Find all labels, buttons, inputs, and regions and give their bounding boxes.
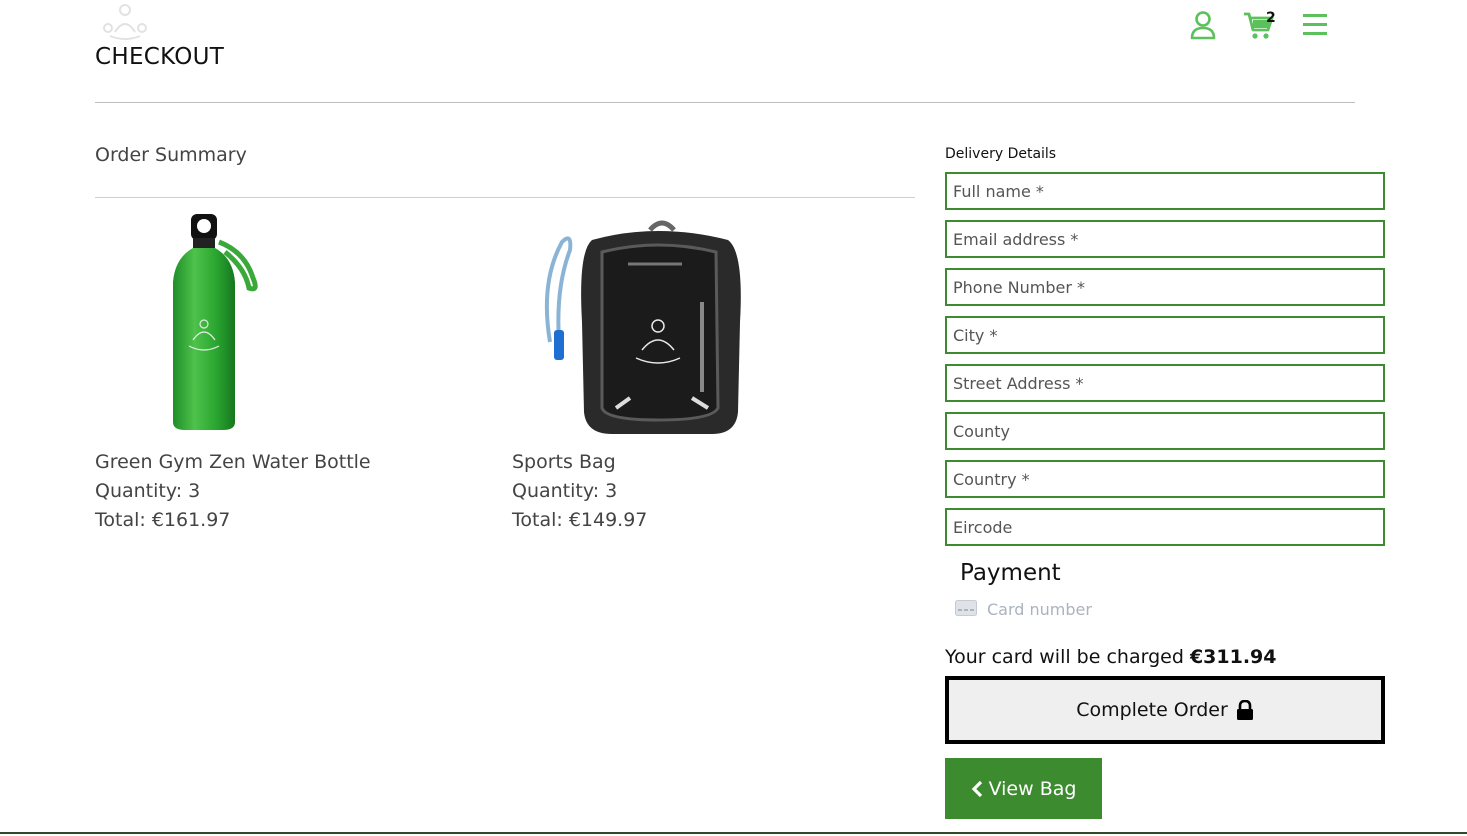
lock-icon — [1236, 700, 1253, 720]
eircode-field[interactable] — [945, 508, 1385, 546]
product-total: Total: €161.97 — [95, 509, 231, 531]
header-divider — [95, 102, 1355, 103]
footer-divider — [0, 832, 1467, 834]
phone-field[interactable] — [945, 268, 1385, 306]
charge-notice: Your card will be charged €311.94 — [945, 646, 1277, 668]
page-title: CHECKOUT — [95, 44, 225, 70]
site-logo[interactable] — [100, 2, 150, 42]
order-summary-divider — [95, 197, 915, 198]
delivery-details-label: Delivery Details — [945, 146, 1057, 162]
cart-count-badge: 2 — [1266, 10, 1276, 26]
product-total: Total: €149.97 — [512, 509, 648, 531]
user-account-icon[interactable] — [1186, 10, 1220, 40]
product-name: Green Gym Zen Water Bottle — [95, 451, 371, 473]
country-field[interactable] — [945, 460, 1385, 498]
product-quantity: Quantity: 3 — [512, 480, 618, 502]
order-item: Green Gym Zen Water Bottle Quantity: 3 T… — [95, 212, 495, 535]
charge-text: Your card will be charged — [945, 646, 1184, 668]
street-address-field[interactable] — [945, 364, 1385, 402]
water-bottle-image — [173, 214, 258, 430]
top-nav: 2 — [1186, 10, 1336, 42]
credit-card-icon — [955, 600, 977, 616]
complete-order-button[interactable]: Complete Order — [945, 676, 1385, 744]
hamburger-menu-icon[interactable] — [1298, 10, 1332, 40]
city-field[interactable] — [945, 316, 1385, 354]
full-name-field[interactable] — [945, 172, 1385, 210]
view-bag-label: View Bag — [988, 777, 1077, 800]
card-number-input[interactable] — [987, 598, 1367, 620]
sports-bag-image — [544, 220, 741, 434]
view-bag-button[interactable]: View Bag — [945, 758, 1102, 819]
product-quantity: Quantity: 3 — [95, 480, 201, 502]
county-field[interactable] — [945, 412, 1385, 450]
complete-order-label: Complete Order — [1076, 699, 1228, 721]
payment-title: Payment — [960, 560, 1061, 586]
order-item: Sports Bag Quantity: 3 Total: €149.97 — [512, 212, 912, 535]
order-summary-title: Order Summary — [95, 144, 247, 166]
chevron-left-icon — [971, 780, 982, 797]
email-field[interactable] — [945, 220, 1385, 258]
card-element[interactable] — [955, 598, 1375, 620]
product-name: Sports Bag — [512, 451, 616, 473]
charge-amount: €311.94 — [1189, 646, 1277, 668]
